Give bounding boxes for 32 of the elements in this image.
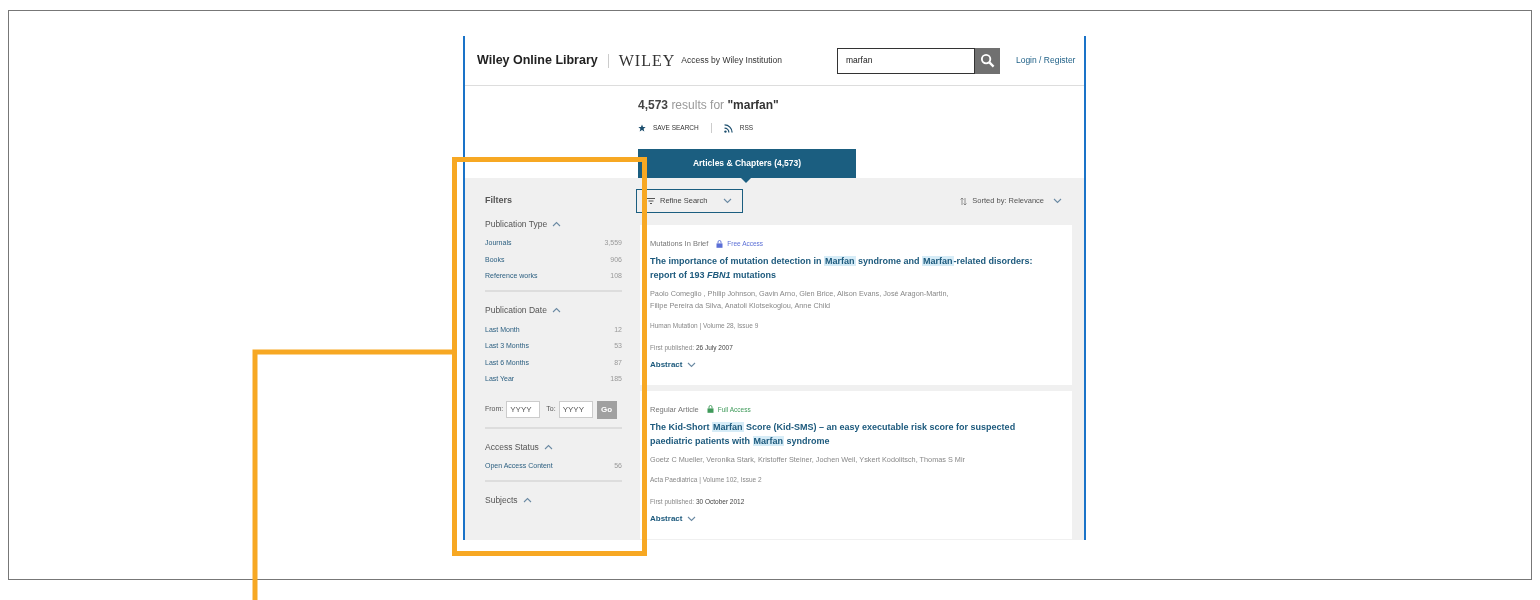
- article-title[interactable]: The importance of mutation detection in Marfan syndrome and Marfan-related disorders: report of 193 FBN1 mutations: [650, 254, 1062, 283]
- filter-group-toggle[interactable]: Publication Type: [485, 217, 562, 231]
- from-year-field[interactable]: YYYY: [506, 401, 541, 418]
- rss-icon: [723, 123, 733, 133]
- sort-arrows-icon: [960, 196, 968, 206]
- chevron-down-icon: [687, 361, 697, 368]
- results-tab[interactable]: Articles & Chapters (4,573): [638, 149, 856, 178]
- chevron-down-icon: [723, 198, 732, 205]
- search-icon: [979, 53, 995, 68]
- results-summary: 4,573 results for "marfan": [638, 97, 780, 114]
- chevron-down-icon: [1053, 198, 1062, 205]
- site-name[interactable]: Wiley Online Library: [477, 51, 598, 70]
- chevron-down-icon: [687, 515, 697, 522]
- brand-logo[interactable]: WILEY: [618, 48, 676, 73]
- to-year-field[interactable]: YYYY: [558, 401, 593, 418]
- chevron-up-icon: [543, 443, 553, 450]
- abstract-toggle[interactable]: Abstract: [650, 512, 697, 525]
- filter-lines-icon: [647, 198, 655, 204]
- chevron-up-icon: [551, 307, 561, 314]
- chevron-up-icon: [552, 220, 562, 227]
- login-link[interactable]: Login / Register: [1015, 54, 1076, 67]
- access-note: Access by Wiley Institution: [681, 54, 782, 67]
- search-button[interactable]: [974, 47, 1000, 74]
- filters-heading: Filters: [485, 194, 513, 207]
- filter-group-toggle[interactable]: Publication Date: [485, 303, 561, 317]
- filter-group-toggle[interactable]: Subjects: [485, 493, 532, 507]
- article-title[interactable]: The Kid-Short Marfan Score (Kid-SMS) – an easy executable risk score for suspected paediatric patients with Marfan syndrome: [650, 420, 1062, 448]
- chevron-up-icon: [522, 497, 532, 504]
- filter-group-toggle[interactable]: Access Status: [485, 440, 553, 454]
- abstract-toggle[interactable]: Abstract: [650, 358, 697, 371]
- star-icon: [638, 124, 646, 132]
- search-field[interactable]: marfan: [836, 47, 975, 74]
